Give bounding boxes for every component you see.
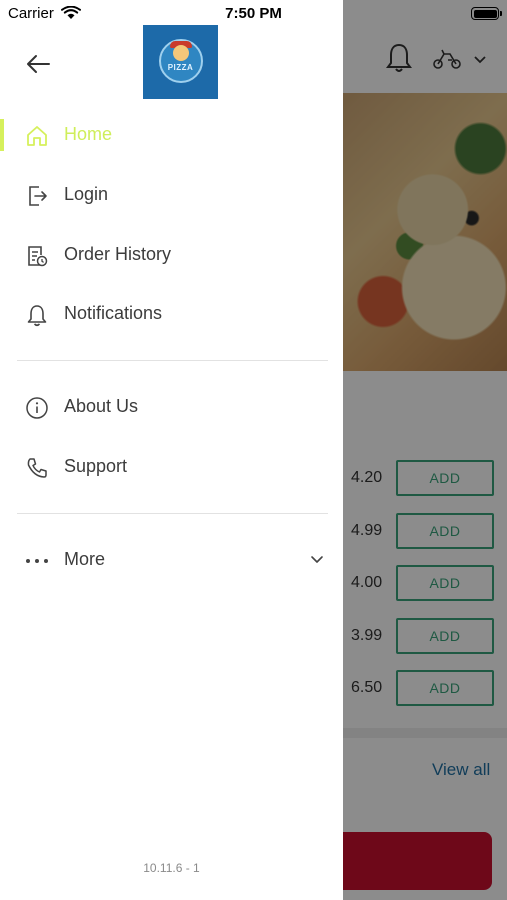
app-version: 10.11.6 - 1: [143, 861, 200, 875]
menu-item-label: Login: [64, 184, 109, 204]
menu-item-label: Notifications: [64, 303, 163, 323]
menu-item-notifications[interactable]: Notifications: [0, 290, 343, 338]
home-icon: [24, 123, 50, 149]
menu-item-label: Support: [64, 456, 128, 476]
chevron-down-icon: [311, 556, 323, 563]
clock: 7:50 PM: [225, 5, 282, 22]
divider: [17, 360, 328, 361]
restaurant-logo: PIZZA: [143, 25, 218, 99]
menu-item-login[interactable]: Login: [0, 171, 343, 219]
info-icon: [24, 395, 50, 421]
menu-item-support[interactable]: Support: [0, 443, 343, 491]
active-indicator: [0, 119, 4, 151]
menu-item-label: Order History: [64, 244, 172, 264]
battery-tip: [500, 11, 502, 16]
phone-icon: [24, 455, 50, 481]
more-dots-icon: [24, 548, 50, 574]
status-bar: Carrier 7:50 PM: [0, 0, 507, 28]
order-history-icon: [24, 243, 50, 269]
menu-item-label: About Us: [64, 396, 139, 416]
menu-item-label: More: [64, 549, 106, 569]
menu-item-home[interactable]: Home: [0, 111, 343, 159]
arrow-left-icon: [27, 55, 50, 73]
menu-item-about-us[interactable]: About Us: [0, 383, 343, 431]
divider: [17, 513, 328, 514]
menu-item-more[interactable]: More: [0, 536, 343, 584]
menu-item-order-history[interactable]: Order History: [0, 231, 343, 279]
login-icon: [24, 183, 50, 209]
battery-icon: [471, 7, 499, 20]
bell-icon: [24, 302, 50, 328]
navigation-drawer: PIZZA Home Login Order History Notificat…: [0, 0, 343, 900]
back-button[interactable]: [22, 48, 54, 80]
menu-item-label: Home: [64, 124, 113, 144]
